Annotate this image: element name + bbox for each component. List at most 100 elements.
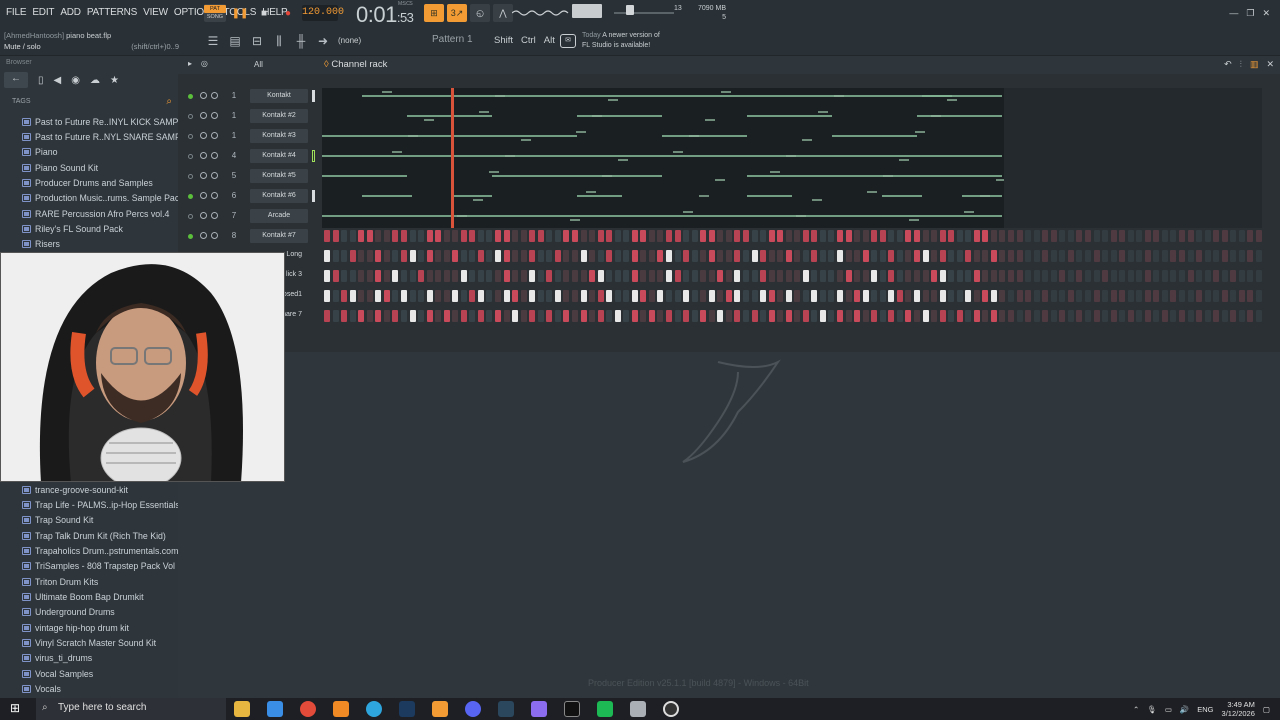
step-button[interactable] — [1161, 270, 1168, 282]
step-button[interactable] — [1093, 250, 1100, 262]
step-button[interactable] — [606, 250, 613, 262]
step-button[interactable] — [537, 250, 544, 262]
step-button[interactable] — [1230, 270, 1237, 282]
step-button[interactable] — [580, 250, 587, 262]
step-button[interactable] — [794, 270, 801, 282]
star-icon[interactable]: ★ — [110, 75, 119, 86]
step-button[interactable] — [999, 310, 1006, 322]
step-button[interactable] — [495, 250, 501, 262]
volume-knob[interactable] — [211, 92, 218, 99]
group-filter[interactable]: All — [254, 60, 263, 69]
browser-folder[interactable]: Past to Future Re..INYL KICK SAMPLES — [0, 114, 178, 129]
minimize-icon[interactable]: — — [1229, 8, 1238, 19]
step-button[interactable] — [495, 270, 501, 282]
step-button[interactable] — [443, 230, 450, 242]
browser-folder[interactable]: Ultimate Boom Bap Drumkit — [0, 589, 178, 604]
step-button[interactable] — [819, 310, 826, 322]
browser-folder[interactable]: Underground Drums — [0, 605, 178, 620]
step-button[interactable] — [683, 230, 690, 242]
step-button[interactable] — [1102, 270, 1109, 282]
store-icon[interactable] — [267, 701, 283, 717]
channel-select-bar[interactable] — [312, 90, 315, 102]
step-button[interactable] — [1144, 290, 1151, 302]
step-button[interactable] — [554, 250, 561, 262]
step-button[interactable] — [1221, 250, 1228, 262]
step-button[interactable] — [1067, 250, 1074, 262]
step-button[interactable] — [1161, 310, 1168, 322]
channel-led[interactable] — [188, 94, 193, 99]
speaker-tray-icon[interactable]: 🔊 — [1180, 705, 1189, 714]
step-button[interactable] — [443, 250, 450, 262]
network-icon[interactable]: ▭ — [1165, 705, 1172, 714]
step-button[interactable] — [400, 270, 407, 282]
step-button[interactable] — [674, 270, 681, 282]
step-button[interactable] — [1119, 250, 1126, 262]
step-button[interactable] — [469, 230, 476, 242]
volume-knob[interactable] — [211, 212, 218, 219]
step-button[interactable] — [349, 250, 356, 262]
step-button[interactable] — [990, 270, 997, 282]
step-button[interactable] — [1136, 310, 1143, 322]
volume-knob[interactable] — [211, 232, 218, 239]
menu-edit[interactable]: EDIT — [32, 7, 54, 18]
step-button[interactable] — [700, 270, 707, 282]
step-button[interactable] — [537, 230, 544, 242]
step-button[interactable] — [1050, 310, 1057, 322]
step-button[interactable] — [845, 270, 852, 282]
step-button[interactable] — [1119, 230, 1126, 242]
step-button[interactable] — [777, 310, 784, 322]
step-button[interactable] — [1255, 230, 1262, 242]
piano-roll-icon[interactable]: ▤ — [226, 32, 244, 50]
browser-folder[interactable]: Riley's FL Sound Pack — [0, 221, 178, 236]
plugin-picker-icon[interactable]: ╫ — [292, 32, 310, 50]
step-button[interactable] — [708, 250, 715, 262]
step-button[interactable] — [614, 250, 621, 262]
step-button[interactable] — [580, 270, 587, 282]
step-button[interactable] — [597, 230, 604, 242]
step-button[interactable] — [845, 290, 852, 302]
step-button[interactable] — [1221, 270, 1228, 282]
step-button[interactable] — [580, 290, 587, 302]
step-button[interactable] — [477, 310, 484, 322]
step-button[interactable] — [1127, 250, 1134, 262]
step-button[interactable] — [469, 290, 476, 302]
step-button[interactable] — [554, 270, 561, 282]
step-button[interactable] — [734, 310, 741, 322]
step-button[interactable] — [1196, 250, 1203, 262]
mixer-icon[interactable]: ⫼ — [270, 32, 288, 50]
browser-folder[interactable]: Trap Talk Drum Kit (Rich The Kid) — [0, 528, 178, 543]
step-button[interactable] — [1033, 250, 1040, 262]
step-button[interactable] — [931, 270, 938, 282]
step-button[interactable] — [375, 250, 382, 262]
step-button[interactable] — [811, 290, 818, 302]
step-button[interactable] — [913, 290, 920, 302]
step-button[interactable] — [383, 270, 390, 282]
step-button[interactable] — [640, 290, 647, 302]
step-button[interactable] — [341, 270, 348, 282]
step-button[interactable] — [435, 230, 442, 242]
channel-name-button[interactable]: Kontakt #6 — [250, 189, 308, 203]
channel-row[interactable]: 1 Kontakt — [184, 86, 1274, 106]
browser-folder[interactable]: Vocals — [0, 681, 178, 696]
step-button[interactable] — [777, 250, 784, 262]
channel-name-button[interactable]: Kontakt — [250, 89, 308, 103]
step-button[interactable] — [520, 310, 527, 322]
step-button[interactable] — [751, 230, 758, 242]
step-button[interactable] — [1093, 270, 1100, 282]
step-button[interactable] — [640, 250, 647, 262]
step-button[interactable] — [683, 250, 690, 262]
step-button[interactable] — [896, 290, 903, 302]
step-button[interactable] — [606, 270, 613, 282]
step-button[interactable] — [400, 230, 407, 242]
step-button[interactable] — [1127, 290, 1134, 302]
pattern-selector[interactable]: Pattern 1 — [432, 34, 473, 45]
file-explorer-icon[interactable] — [234, 701, 250, 717]
step-button[interactable] — [802, 270, 809, 282]
step-button[interactable] — [956, 290, 963, 302]
channel-name-button[interactable]: Kontakt #5 — [250, 169, 308, 183]
step-button[interactable] — [819, 250, 826, 262]
step-button[interactable] — [631, 310, 638, 322]
step-button[interactable] — [990, 230, 997, 242]
step-button[interactable] — [888, 250, 895, 262]
step-button[interactable] — [349, 270, 356, 282]
